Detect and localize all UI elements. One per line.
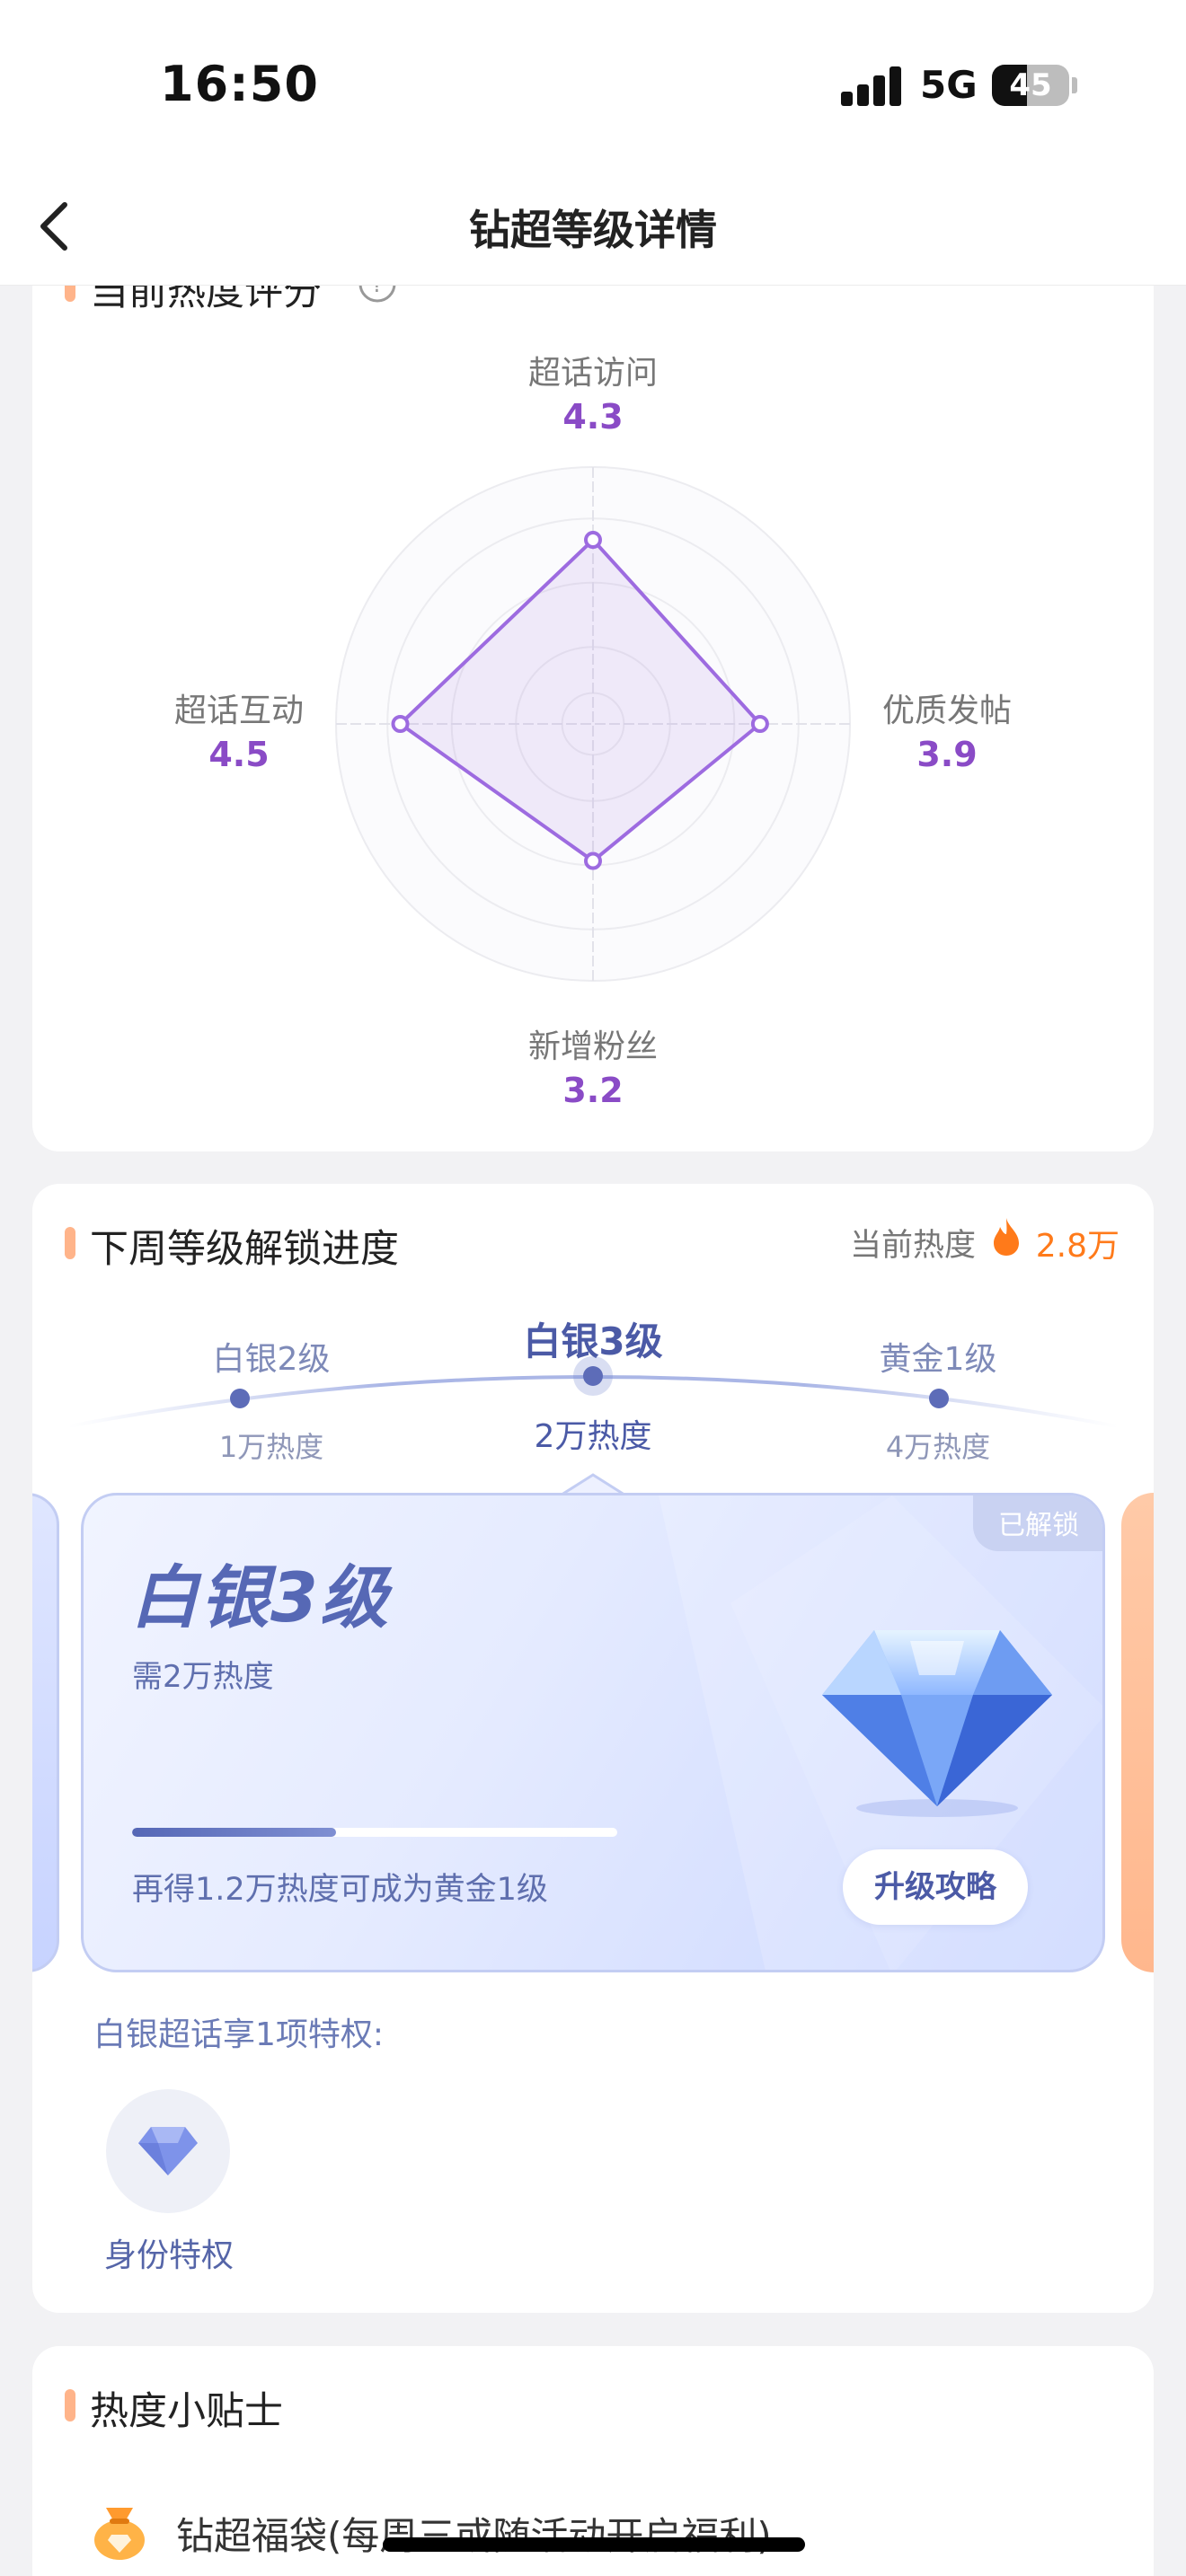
network-type: 5G [920, 63, 978, 107]
heat-tips-title: 热度小贴士 [90, 2389, 283, 2434]
radar-point [391, 715, 410, 733]
identity-privilege-button[interactable] [106, 2089, 230, 2213]
level-progress-bar [132, 1828, 617, 1837]
radar-axis-label: 新增粉丝 [527, 1028, 658, 1065]
unlocked-badge: 已解锁 [973, 1495, 1102, 1551]
level-step-heat-active: 2万热度 [534, 1418, 652, 1455]
battery-level: 45 [1009, 67, 1052, 103]
status-bar: 16:50 5G 45 [0, 0, 1186, 171]
section-accent-bar [65, 2389, 75, 2422]
privilege-title: 白银超话享1项特权: [93, 2016, 385, 2053]
current-heat-label: 当前热度 [849, 1228, 976, 1264]
radar-axis-value: 4.3 [562, 397, 624, 437]
battery-icon: 45 [992, 65, 1069, 106]
level-card-title: 白银3级 [130, 1557, 390, 1637]
radar-axis-value: 4.5 [208, 735, 270, 774]
level-card-requirement: 需2万热度 [132, 1659, 274, 1695]
upgrade-guide-button[interactable]: 升级攻略 [843, 1849, 1028, 1925]
cellular-signal-icon [841, 66, 902, 106]
radar-axis-label: 超话访问 [527, 355, 658, 392]
radar-chart: 超话访问 4.3 优质发帖 3.9 新增粉丝 3.2 超话互动 4.5 [32, 225, 1154, 1151]
heat-score-card: 当前热度评分 ? 超话访问 4.3 优质发帖 3.9 新增粉丝 3.2 超话互动… [32, 225, 1154, 1151]
level-step-heat: 4万热度 [885, 1430, 991, 1464]
radar-axis-label: 超话互动 [173, 693, 304, 729]
section-accent-bar [65, 1227, 75, 1259]
home-indicator [383, 2537, 805, 2552]
level-step-name[interactable]: 黄金1级 [821, 1333, 1055, 1380]
level-upgrade-tip: 再得1.2万热度可成为黄金1级 [132, 1872, 548, 1908]
level-step-dot-active [573, 1356, 613, 1396]
radar-axis-value: 3.2 [562, 1071, 624, 1110]
level-step-name[interactable]: 白银2级 [155, 1333, 388, 1380]
page-title: 钻超等级详情 [469, 206, 717, 254]
identity-privilege-label[interactable]: 身份特权 [86, 2229, 252, 2276]
flame-icon [994, 1218, 1019, 1256]
diamond-icon [822, 1630, 1052, 1817]
radar-axis-value: 3.9 [916, 735, 978, 774]
tip-item-text[interactable]: 钻超福袋(每周三或随活动开启福利) [176, 2506, 772, 2561]
level-progress-card: 下周等级解锁进度 当前热度 2.8万 白银2级 1万热度 白银3级 2万热度 黄… [32, 1184, 1154, 2313]
status-time: 16:50 [160, 56, 319, 112]
current-heat-value: 2.8万 [1035, 1228, 1120, 1265]
nav-bar: 钻超等级详情 [0, 171, 1186, 286]
current-level-card[interactable]: 已解锁 白银3级 需2万热度 再得1.2万热度可成为黄金1级 升级攻略 [81, 1493, 1105, 1972]
level-step-heat: 1万热度 [218, 1430, 324, 1464]
radar-axis-label: 优质发帖 [881, 693, 1012, 729]
level-progress-title: 下周等级解锁进度 [90, 1227, 399, 1272]
level-step-dot [929, 1389, 949, 1408]
next-level-card[interactable] [1121, 1493, 1154, 1972]
radar-point [750, 715, 769, 733]
level-step-dot [230, 1389, 250, 1408]
lucky-bag-icon [94, 2508, 145, 2560]
level-progress-fill [132, 1828, 336, 1837]
radar-point [584, 851, 602, 870]
radar-point [584, 531, 602, 550]
previous-level-card[interactable] [32, 1493, 59, 1972]
gem-badge-icon [138, 2127, 198, 2175]
battery-cap [1072, 77, 1077, 93]
